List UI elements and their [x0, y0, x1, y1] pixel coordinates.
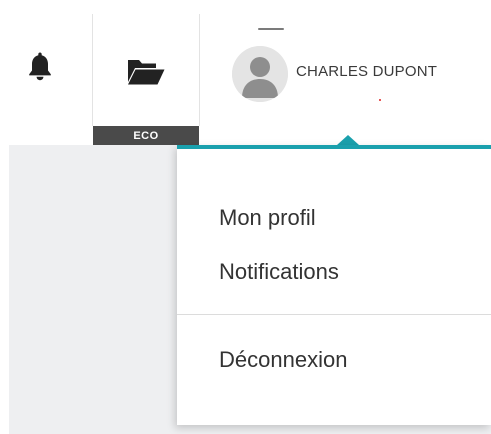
user-avatar-icon: [232, 46, 288, 102]
header-divider: [199, 14, 200, 126]
menu-divider: [177, 314, 491, 315]
bell-icon: [27, 51, 53, 86]
status-dot: [379, 99, 381, 101]
folder-badge: ECO: [93, 126, 199, 145]
menu-item-profile[interactable]: Mon profil: [219, 205, 316, 231]
dropdown-accent-bar: [177, 145, 491, 149]
top-header: ECO CHARLES DUPONT: [0, 0, 491, 145]
notifications-button[interactable]: [18, 40, 62, 96]
dropdown-caret: [337, 135, 359, 145]
app-page: ECO CHARLES DUPONT Mon profil Notificati…: [0, 0, 491, 434]
user-menu-button[interactable]: CHARLES DUPONT: [226, 40, 488, 112]
user-dropdown-menu: Mon profil Notifications Déconnexion: [177, 145, 491, 425]
user-name: CHARLES DUPONT: [296, 63, 438, 80]
folder-button[interactable]: ECO: [93, 14, 199, 145]
menu-item-logout[interactable]: Déconnexion: [219, 347, 347, 373]
folder-open-icon: [120, 44, 172, 100]
menu-item-notifications[interactable]: Notifications: [219, 259, 339, 285]
header-decoration: [258, 28, 284, 30]
